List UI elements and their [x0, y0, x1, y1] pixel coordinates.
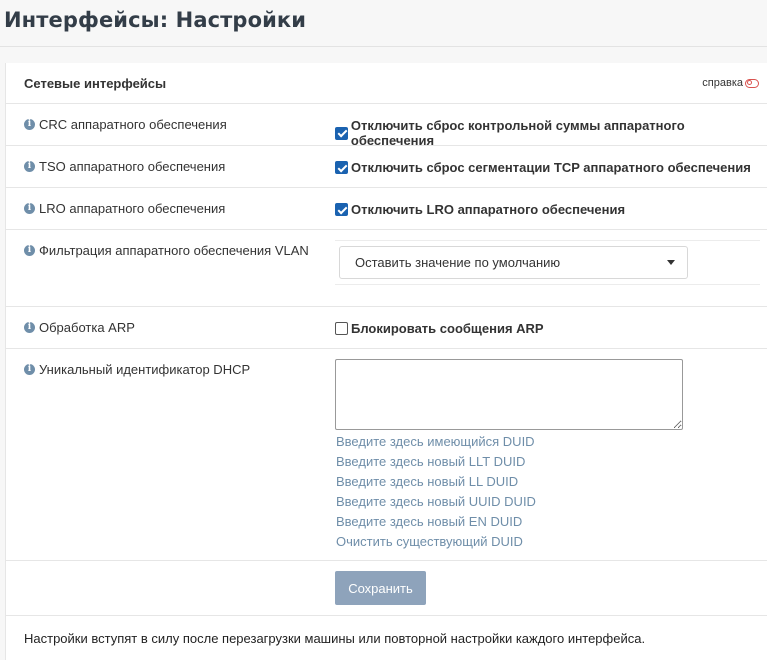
help-label[interactable]: справка: [702, 77, 743, 89]
arp-row: i Обработка ARP Блокировать сообщения AR…: [6, 307, 767, 349]
lro-checkbox-label[interactable]: Отключить LRO аппаратного обеспечения: [351, 202, 625, 217]
arp-checkbox-box[interactable]: [335, 322, 348, 335]
duid-link-en[interactable]: Введите здесь новый EN DUID: [336, 512, 536, 532]
tso-row: i TSO аппаратного обеспечения Отключить …: [6, 146, 767, 188]
save-button[interactable]: Сохранить: [335, 571, 426, 605]
tso-label-text: TSO аппаратного обеспечения: [39, 159, 226, 174]
duid-link-existing[interactable]: Введите здесь имеющийся DUID: [336, 432, 536, 452]
lro-label: i LRO аппаратного обеспечения: [24, 201, 225, 216]
info-icon[interactable]: i: [24, 161, 35, 172]
vlan-label: i Фильтрация аппаратного обеспечения VLA…: [24, 243, 309, 258]
settings-panel: Сетевые интерфейсы справка i CRC аппарат…: [5, 63, 767, 660]
vlan-select-container: Оставить значение по умолчанию: [335, 240, 760, 285]
arp-checkbox[interactable]: Блокировать сообщения ARP: [335, 321, 544, 336]
page-header: Интерфейсы: Настройки: [0, 0, 767, 47]
duid-label-text: Уникальный идентификатор DHCP: [39, 362, 251, 377]
tso-checkbox[interactable]: Отключить сброс сегментации TCP аппаратн…: [335, 160, 751, 175]
save-row: Сохранить: [6, 561, 767, 616]
tso-checkbox-box[interactable]: [335, 161, 348, 174]
duid-row: i Уникальный идентификатор DHCP Введите …: [6, 349, 767, 561]
info-icon[interactable]: i: [24, 364, 35, 375]
lro-row: i LRO аппаратного обеспечения Отключить …: [6, 188, 767, 230]
info-icon[interactable]: i: [24, 119, 35, 130]
vlan-select[interactable]: Оставить значение по умолчанию: [339, 246, 688, 279]
crc-checkbox-box[interactable]: [335, 126, 348, 140]
vlan-row: i Фильтрация аппаратного обеспечения VLA…: [6, 230, 767, 307]
crc-label: i CRC аппаратного обеспечения: [24, 117, 227, 132]
arp-label-text: Обработка ARP: [39, 320, 135, 335]
info-icon[interactable]: i: [24, 203, 35, 214]
lro-checkbox-box[interactable]: [335, 203, 348, 216]
caret-down-icon[interactable]: [667, 260, 675, 265]
arp-checkbox-label[interactable]: Блокировать сообщения ARP: [351, 321, 544, 336]
info-icon[interactable]: i: [24, 322, 35, 333]
toggle-off-icon[interactable]: [745, 78, 759, 88]
duid-link-llt[interactable]: Введите здесь новый LLT DUID: [336, 452, 536, 472]
duid-link-ll[interactable]: Введите здесь новый LL DUID: [336, 472, 536, 492]
crc-row: i CRC аппаратного обеспечения Отключить …: [6, 104, 767, 148]
panel-title: Сетевые интерфейсы: [24, 76, 167, 91]
arp-label: i Обработка ARP: [24, 320, 135, 335]
lro-label-text: LRO аппаратного обеспечения: [39, 201, 226, 216]
vlan-label-text: Фильтрация аппаратного обеспечения VLAN: [39, 243, 309, 258]
tso-checkbox-label[interactable]: Отключить сброс сегментации TCP аппаратн…: [351, 160, 751, 175]
crc-checkbox[interactable]: Отключить сброс контрольной суммы аппара…: [335, 118, 767, 148]
footer-row: Настройки вступят в силу после перезагру…: [6, 616, 767, 660]
duid-link-clear[interactable]: Очистить существующий DUID: [336, 532, 536, 552]
duid-links: Введите здесь имеющийся DUID Введите зде…: [336, 432, 536, 552]
page-title: Интерфейсы: Настройки: [4, 8, 307, 32]
duid-link-uuid[interactable]: Введите здесь новый UUID DUID: [336, 492, 536, 512]
crc-label-text: CRC аппаратного обеспечения: [39, 117, 227, 132]
crc-checkbox-label[interactable]: Отключить сброс контрольной суммы аппара…: [351, 118, 767, 148]
duid-textarea[interactable]: [335, 359, 683, 430]
duid-label: i Уникальный идентификатор DHCP: [24, 362, 250, 377]
tso-label: i TSO аппаратного обеспечения: [24, 159, 225, 174]
footer-note: Настройки вступят в силу после перезагру…: [24, 631, 646, 646]
lro-checkbox[interactable]: Отключить LRO аппаратного обеспечения: [335, 202, 625, 217]
vlan-select-value[interactable]: Оставить значение по умолчанию: [355, 255, 560, 270]
info-icon[interactable]: i: [24, 245, 35, 256]
help-link[interactable]: справка: [702, 77, 759, 89]
panel-heading: Сетевые интерфейсы справка: [6, 63, 767, 104]
